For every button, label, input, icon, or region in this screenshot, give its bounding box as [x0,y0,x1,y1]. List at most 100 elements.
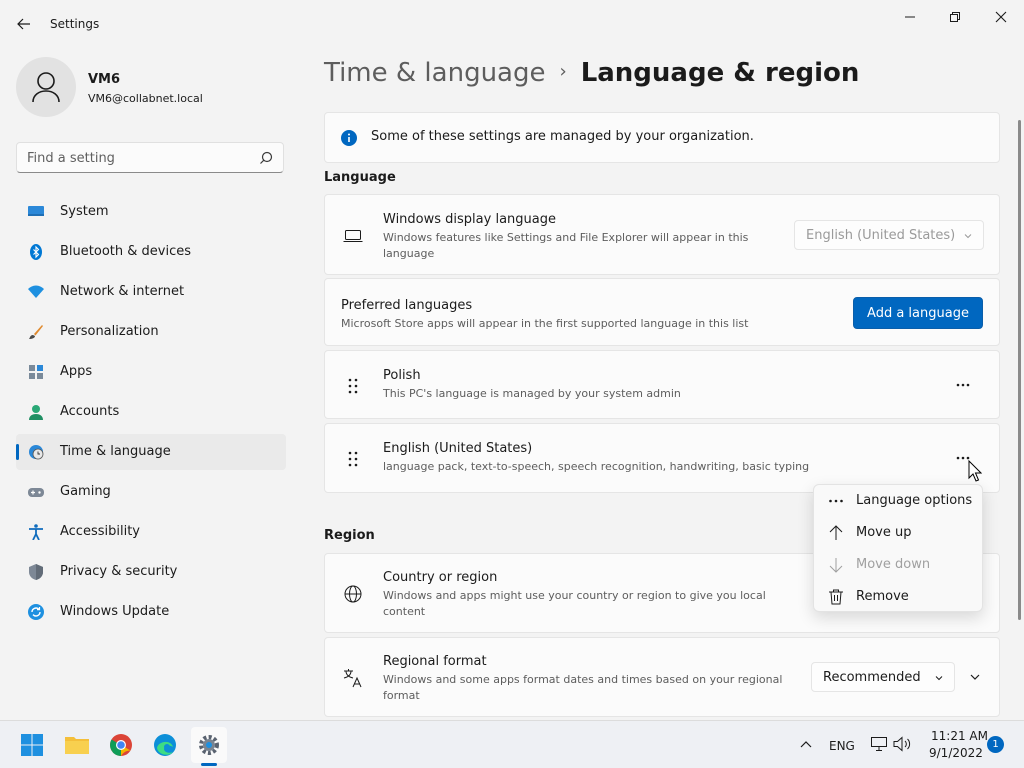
sidebar-item-gaming[interactable]: Gaming [16,474,286,510]
update-icon [28,604,44,620]
windows-logo-icon [21,734,43,756]
language-item: Polish This PC's language is managed by … [324,350,1000,419]
user-profile[interactable]: VM6 VM6@collabnet.local [16,57,286,117]
language-context-menu: Language options Move up Move down Remov… [813,484,983,612]
display-language-title: Windows display language [383,212,556,227]
preferred-languages-title: Preferred languages [341,298,473,313]
sidebar-item-bluetooth[interactable]: Bluetooth & devices [16,234,286,270]
breadcrumb-parent[interactable]: Time & language [324,58,545,88]
regional-format-desc: Windows and some apps format dates and t… [383,673,783,702]
arrow-left-icon [17,18,30,30]
notification-badge[interactable]: 1 [987,736,1004,753]
menu-item-language-options[interactable]: Language options [814,485,984,517]
back-button[interactable] [14,14,34,34]
menu-item-move-up[interactable]: Move up [814,517,984,549]
sidebar-item-windows-update[interactable]: Windows Update [16,594,286,630]
language-heading: Language [324,170,396,185]
close-button[interactable] [986,6,1016,28]
menu-item-move-down: Move down [814,549,984,581]
avatar [16,57,76,117]
restore-button[interactable] [940,6,970,28]
display-language-row: Windows display language Windows feature… [324,194,1000,275]
language-item: English (United States) language pack, t… [324,423,1000,493]
laptop-icon [343,230,363,242]
search-input[interactable] [27,149,247,167]
display-language-value: English (United States) [806,227,956,243]
drag-handle-icon[interactable] [347,378,359,394]
taskbar-settings[interactable] [191,727,227,763]
notice-text: Some of these settings are managed by yo… [371,129,754,144]
volume-icon[interactable] [893,736,913,752]
sidebar-item-privacy[interactable]: Privacy & security [16,554,286,590]
globe-icon [344,585,362,603]
user-name: VM6 [88,72,121,87]
menu-item-remove[interactable]: Remove [814,581,984,613]
language-desc: This PC's language is managed by your sy… [383,387,681,400]
sidebar-item-accounts[interactable]: Accounts [16,394,286,430]
active-app-indicator [201,763,217,766]
shield-icon [29,564,43,580]
network-icon[interactable] [870,736,888,752]
minimize-button[interactable] [895,6,925,28]
sidebar-item-accessibility[interactable]: Accessibility [16,514,286,550]
title-bar: Settings [0,0,1024,48]
chrome-icon [110,734,132,756]
chevron-down-icon [970,674,980,680]
arrow-up-icon [829,525,843,540]
sidebar-item-personalization[interactable]: Personalization [16,314,286,350]
language-name: English (United States) [383,441,533,456]
regional-format-dropdown[interactable]: Recommended [811,662,955,692]
globe-clock-icon [29,445,44,460]
search-box[interactable] [16,142,284,173]
restore-icon [950,12,960,22]
clock-time[interactable]: 11:21 AM [931,729,988,743]
brush-icon [29,325,43,339]
add-language-button[interactable]: Add a language [853,297,983,329]
user-email: VM6@collabnet.local [88,92,203,105]
regional-format-value: Recommended [823,669,921,685]
expand-button[interactable] [961,667,989,687]
input-language-indicator[interactable]: ENG [829,739,855,753]
country-region-desc: Windows and apps might use your country … [383,589,766,618]
chevron-down-icon [935,676,943,681]
mouse-cursor-icon [968,460,982,482]
taskbar-file-explorer[interactable] [59,727,95,763]
taskbar-edge[interactable] [147,727,183,763]
trash-icon [829,589,843,605]
sidebar-item-system[interactable]: System [16,194,286,230]
chevron-right-icon: › [559,61,567,82]
folder-icon [65,737,89,754]
chevron-up-icon[interactable] [799,738,813,752]
display-language-dropdown[interactable]: English (United States) [794,220,984,250]
sidebar-item-time-language[interactable]: Time & language [16,434,286,470]
gear-icon [199,735,219,755]
breadcrumb: Time & language › Language & region [324,58,859,88]
bluetooth-icon [30,244,42,260]
regional-format-title: Regional format [383,654,487,669]
accessibility-icon [29,524,43,540]
taskbar-chrome[interactable] [103,727,139,763]
language-desc: language pack, text-to-speech, speech re… [383,460,810,473]
sidebar-nav: System Bluetooth & devices Network & int… [16,194,286,634]
sidebar-item-network[interactable]: Network & internet [16,274,286,310]
info-icon [341,130,357,146]
taskbar: ENG 11:21 AM 9/1/2022 [0,720,1024,768]
system-icon [28,206,44,216]
clock-date[interactable]: 9/1/2022 [929,746,983,760]
arrow-down-icon [829,558,843,573]
more-options-button[interactable] [949,375,977,395]
language-format-icon [343,669,362,688]
language-name: Polish [383,368,421,383]
apps-icon [29,365,43,379]
country-region-title: Country or region [383,570,498,585]
person-icon [32,72,60,103]
search-icon[interactable] [259,150,273,169]
managed-notice: Some of these settings are managed by yo… [324,112,1000,163]
display-language-desc: Windows features like Settings and File … [383,231,749,260]
scrollbar[interactable] [1018,120,1021,620]
app-title: Settings [50,17,100,31]
sidebar-item-apps[interactable]: Apps [16,354,286,390]
start-button[interactable] [14,727,50,763]
drag-handle-icon[interactable] [347,451,359,467]
chevron-down-icon [964,234,972,239]
